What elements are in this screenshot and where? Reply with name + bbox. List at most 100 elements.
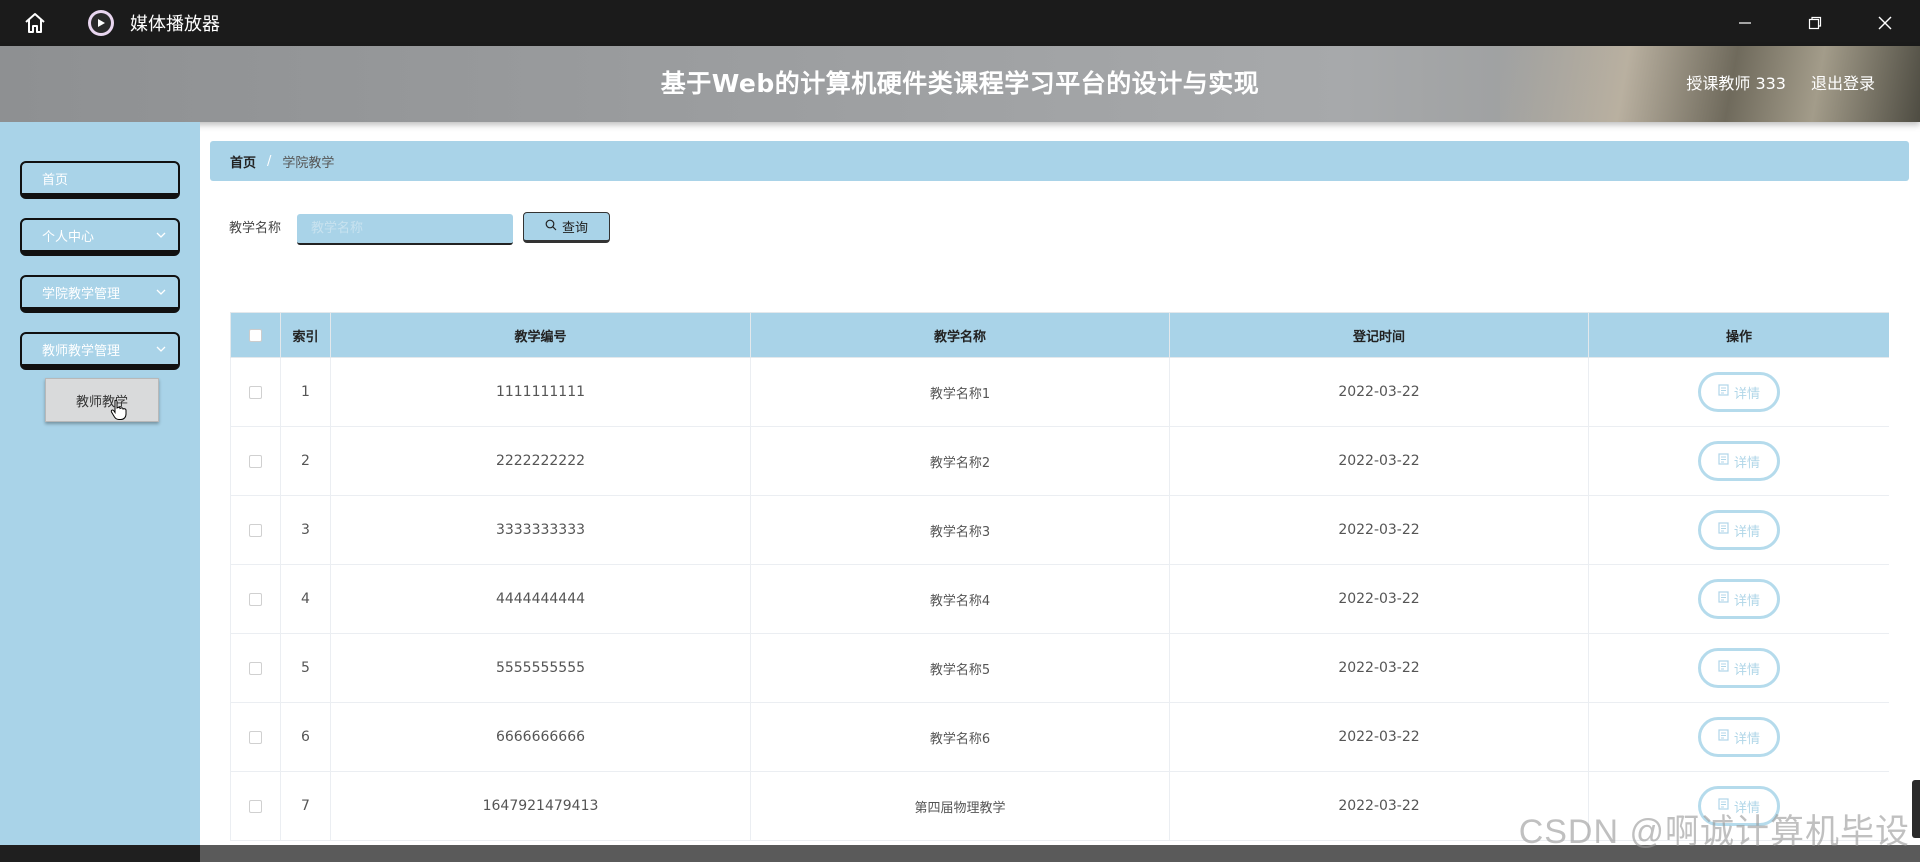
search-input[interactable] bbox=[297, 214, 513, 245]
site-title: 基于Web的计算机硬件类课程学习平台的设计与实现 bbox=[660, 69, 1260, 98]
row-select-cell bbox=[230, 633, 281, 703]
minimize-icon[interactable] bbox=[1710, 0, 1780, 46]
document-icon bbox=[1718, 729, 1729, 745]
chevron-down-icon bbox=[156, 286, 166, 300]
table-row: 4 4444444444 教学名称4 2022-03-22 详情 bbox=[230, 564, 1889, 634]
sidebar-item-home[interactable]: 首页 bbox=[20, 161, 180, 199]
cell-name: 教学名称2 bbox=[750, 426, 1170, 496]
row-checkbox[interactable] bbox=[249, 592, 262, 606]
document-icon bbox=[1718, 453, 1729, 469]
row-checkbox[interactable] bbox=[249, 730, 262, 744]
row-checkbox[interactable] bbox=[249, 799, 262, 813]
cell-index: 6 bbox=[280, 702, 331, 772]
detail-button-label: 详情 bbox=[1733, 455, 1760, 471]
cell-actions: 详情 bbox=[1588, 633, 1889, 703]
table-row: 2 2222222222 教学名称2 2022-03-22 详情 bbox=[230, 426, 1889, 496]
cell-code: 5555555555 bbox=[330, 633, 751, 703]
cell-date: 2022-03-22 bbox=[1169, 426, 1589, 496]
document-icon bbox=[1718, 522, 1729, 538]
sidebar-item-label: 教师教学管理 bbox=[42, 343, 121, 359]
cell-code: 1647921479413 bbox=[330, 771, 751, 841]
breadcrumb-current: 学院教学 bbox=[282, 155, 335, 171]
cell-name: 教学名称6 bbox=[750, 702, 1170, 772]
select-all-checkbox[interactable] bbox=[249, 328, 262, 342]
cell-name: 教学名称5 bbox=[750, 633, 1170, 703]
detail-button[interactable]: 详情 bbox=[1698, 441, 1780, 481]
row-select-cell bbox=[230, 426, 281, 496]
column-header-name: 教学名称 bbox=[750, 312, 1170, 358]
row-checkbox[interactable] bbox=[249, 454, 262, 468]
table-row: 3 3333333333 教学名称3 2022-03-22 详情 bbox=[230, 495, 1889, 565]
row-checkbox[interactable] bbox=[249, 385, 262, 399]
media-player-icon bbox=[88, 10, 114, 36]
cell-code: 1111111111 bbox=[330, 357, 751, 427]
sidebar-item-personal-center[interactable]: 个人中心 bbox=[20, 218, 180, 256]
column-header-code: 教学编号 bbox=[330, 312, 751, 358]
table-row: 1 1111111111 教学名称1 2022-03-22 详情 bbox=[230, 357, 1889, 427]
detail-button[interactable]: 详情 bbox=[1698, 717, 1780, 757]
search-button-label: 查询 bbox=[561, 221, 588, 236]
document-icon bbox=[1718, 384, 1729, 400]
detail-button[interactable]: 详情 bbox=[1698, 372, 1780, 412]
cell-index: 1 bbox=[280, 357, 331, 427]
cell-actions: 详情 bbox=[1588, 564, 1889, 634]
logout-link[interactable]: 退出登录 bbox=[1811, 70, 1875, 94]
hand-cursor-icon bbox=[110, 399, 128, 425]
row-select-cell bbox=[230, 771, 281, 841]
cell-actions: 详情 bbox=[1588, 495, 1889, 565]
cell-date: 2022-03-22 bbox=[1169, 564, 1589, 634]
search-button[interactable]: 查询 bbox=[523, 212, 610, 243]
chevron-down-icon bbox=[156, 343, 166, 357]
search-icon bbox=[545, 219, 557, 235]
submenu-item-teacher-teaching[interactable]: 教师教学 bbox=[45, 378, 159, 422]
cell-date: 2022-03-22 bbox=[1169, 495, 1589, 565]
column-header-index: 索引 bbox=[280, 312, 331, 358]
sidebar-item-label: 个人中心 bbox=[42, 229, 95, 245]
row-select-cell bbox=[230, 495, 281, 565]
cell-index: 3 bbox=[280, 495, 331, 565]
cell-date: 2022-03-22 bbox=[1169, 702, 1589, 772]
teaching-table: 索引 教学编号 教学名称 登记时间 操作 1 1111111111 教学名称1 202… bbox=[230, 312, 1889, 842]
cell-name: 第四届物理教学 bbox=[750, 771, 1170, 841]
home-icon[interactable] bbox=[0, 0, 70, 46]
detail-button[interactable]: 详情 bbox=[1698, 510, 1780, 550]
detail-button-label: 详情 bbox=[1733, 386, 1760, 402]
cell-name: 教学名称1 bbox=[750, 357, 1170, 427]
cell-date: 2022-03-22 bbox=[1169, 357, 1589, 427]
sidebar: 首页 个人中心 学院教学管理 教师教学管理 教师教学 bbox=[0, 122, 200, 862]
table-row: 5 5555555555 教学名称5 2022-03-22 详情 bbox=[230, 633, 1889, 703]
watermark: CSDN @啊诚计算机毕设 bbox=[1518, 813, 1910, 851]
search-label: 教学名称 bbox=[229, 221, 282, 236]
row-select-cell bbox=[230, 357, 281, 427]
document-icon bbox=[1718, 660, 1729, 676]
close-icon[interactable] bbox=[1850, 0, 1920, 46]
scroll-handle[interactable] bbox=[1912, 780, 1920, 838]
row-select-cell bbox=[230, 564, 281, 634]
document-icon bbox=[1718, 591, 1729, 607]
detail-button[interactable]: 详情 bbox=[1698, 579, 1780, 619]
breadcrumb-separator: / bbox=[267, 153, 272, 169]
sidebar-item-label: 首页 bbox=[42, 172, 69, 188]
restore-icon[interactable] bbox=[1780, 0, 1850, 46]
chevron-down-icon bbox=[156, 229, 166, 243]
cell-date: 2022-03-22 bbox=[1169, 633, 1589, 703]
row-checkbox[interactable] bbox=[249, 661, 262, 675]
table-row: 6 6666666666 教学名称6 2022-03-22 详情 bbox=[230, 702, 1889, 772]
table-header-row: 索引 教学编号 教学名称 登记时间 操作 bbox=[230, 312, 1889, 358]
breadcrumb-home[interactable]: 首页 bbox=[230, 152, 256, 171]
detail-button-label: 详情 bbox=[1733, 593, 1760, 609]
detail-button-label: 详情 bbox=[1733, 524, 1760, 540]
cell-actions: 详情 bbox=[1588, 357, 1889, 427]
breadcrumb: 首页 / 学院教学 bbox=[210, 141, 1909, 181]
row-checkbox[interactable] bbox=[249, 523, 262, 537]
cell-index: 4 bbox=[280, 564, 331, 634]
cell-actions: 详情 bbox=[1588, 702, 1889, 772]
sidebar-item-teacher-teaching[interactable]: 教师教学管理 bbox=[20, 332, 180, 370]
cell-code: 4444444444 bbox=[330, 564, 751, 634]
cell-index: 5 bbox=[280, 633, 331, 703]
detail-button[interactable]: 详情 bbox=[1698, 648, 1780, 688]
cell-actions: 详情 bbox=[1588, 426, 1889, 496]
current-user: 授课教师 333 bbox=[1686, 74, 1786, 93]
media-player-titlebar: 媒体播放器 bbox=[0, 0, 1920, 46]
sidebar-item-college-teaching[interactable]: 学院教学管理 bbox=[20, 275, 180, 313]
